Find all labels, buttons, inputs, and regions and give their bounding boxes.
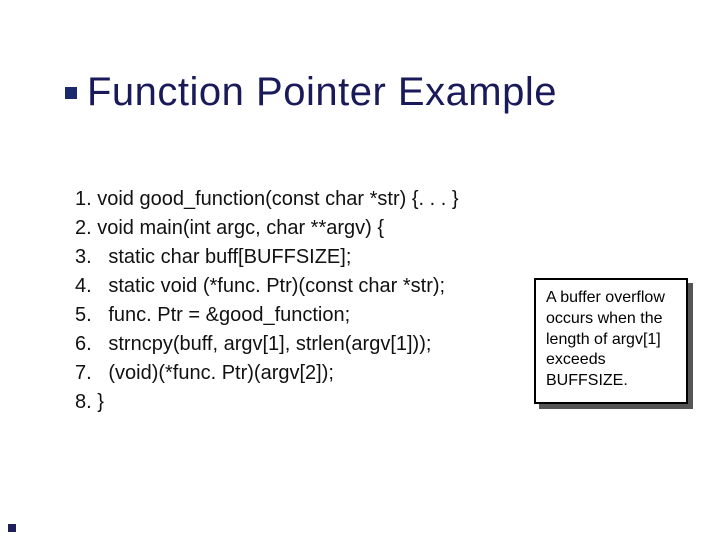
code-line: 6. strncpy(buff, argv[1], strlen(argv[1]… xyxy=(75,330,575,359)
corner-dot-icon xyxy=(8,524,16,532)
accent-square-icon xyxy=(65,87,77,99)
code-line: 4. static void (*func. Ptr)(const char *… xyxy=(75,272,575,301)
slide: Function Pointer Example 1. void good_fu… xyxy=(0,0,720,540)
title-row: Function Pointer Example xyxy=(65,70,557,115)
slide-title: Function Pointer Example xyxy=(87,70,557,115)
callout-text: A buffer overflow occurs when the length… xyxy=(546,289,665,389)
code-line: 2. void main(int argc, char **argv) { xyxy=(75,214,575,243)
code-block: 1. void good_function(const char *str) {… xyxy=(75,185,575,417)
code-line: 3. static char buff[BUFFSIZE]; xyxy=(75,243,575,272)
code-line: 5. func. Ptr = &good_function; xyxy=(75,301,575,330)
code-line: 1. void good_function(const char *str) {… xyxy=(75,185,575,214)
callout-box: A buffer overflow occurs when the length… xyxy=(534,278,688,404)
code-line: 8. } xyxy=(75,388,575,417)
code-line: 7. (void)(*func. Ptr)(argv[2]); xyxy=(75,359,575,388)
